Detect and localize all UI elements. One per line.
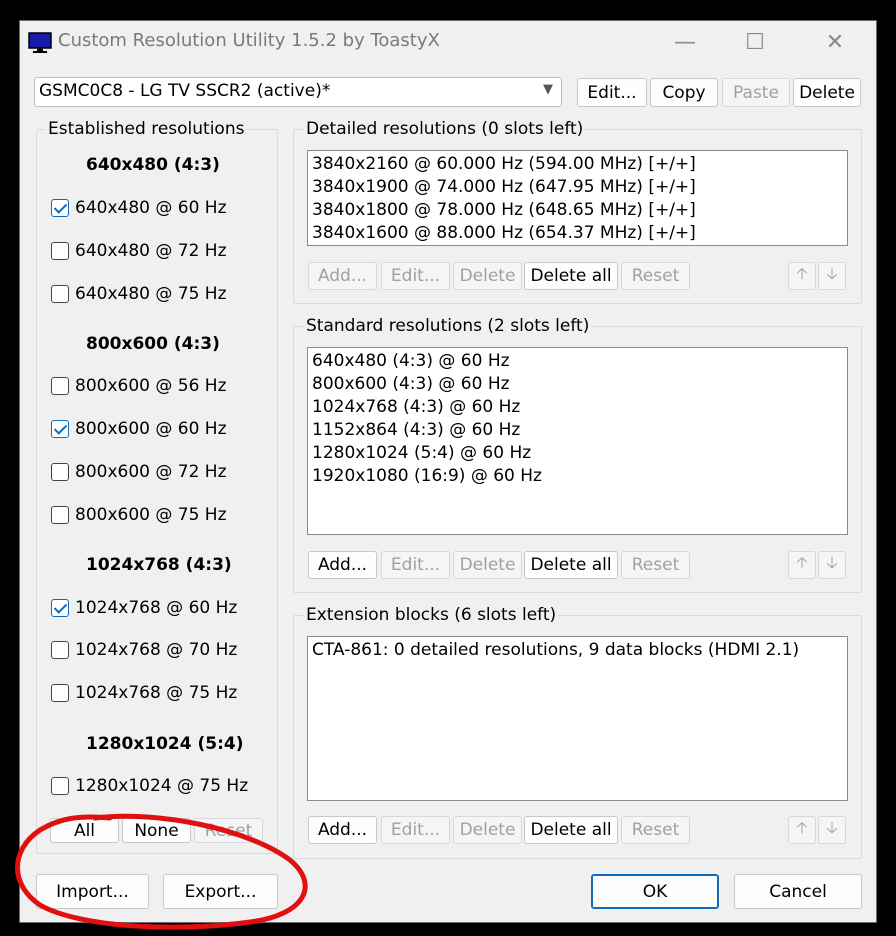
checkbox-800x600-72[interactable] [51,463,69,481]
minimize-button[interactable]: — [662,25,708,59]
title-bar: Custom Resolution Utility 1.5.2 by Toast… [20,21,876,65]
standard-move-down-button[interactable]: 🡣 [818,551,846,579]
arrow-down-icon: 🡣 [826,263,838,283]
standard-resolutions-label: Standard resolutions (2 slots left) [304,316,592,336]
detailed-delete-button[interactable]: Delete [453,262,522,290]
checkbox-800x600-75[interactable] [51,506,69,524]
list-item[interactable]: 3840x1900 @ 74.000 Hz (647.95 MHz) [+/+] [312,177,696,197]
checkbox-label: 1024x768 @ 75 Hz [75,683,238,703]
display-select[interactable]: GSMC0C8 - LG TV SSCR2 (active)* ▼ [34,77,562,107]
standard-resolutions-list[interactable]: 640x480 (4:3) @ 60 Hz 800x600 (4:3) @ 60… [307,347,848,535]
checkbox-label: 1024x768 @ 70 Hz [75,640,238,660]
list-item[interactable]: 800x600 (4:3) @ 60 Hz [312,374,510,394]
checkbox-640x480-72[interactable] [51,242,69,260]
reset-established-button[interactable]: Reset [194,818,263,843]
detailed-resolutions-list[interactable]: 3840x2160 @ 60.000 Hz (594.00 MHz) [+/+]… [307,150,848,246]
maximize-button[interactable]: ☐ [732,25,778,59]
checkbox-label: 640x480 @ 72 Hz [75,241,227,261]
detailed-delete-all-button[interactable]: Delete all [524,262,618,290]
extension-move-down-button[interactable]: 🡣 [818,816,846,844]
arrow-up-icon: 🡡 [796,817,808,837]
list-item[interactable]: 1024x768 (4:3) @ 60 Hz [312,397,520,417]
maximize-icon: ☐ [745,29,765,55]
list-item[interactable]: 1280x1024 (5:4) @ 60 Hz [312,443,531,463]
edit-display-button[interactable]: Edit... [577,78,647,107]
detailed-move-up-button[interactable]: 🡡 [788,262,816,290]
standard-reset-button[interactable]: Reset [621,551,690,579]
arrow-down-icon: 🡣 [826,817,838,837]
detailed-move-down-button[interactable]: 🡣 [818,262,846,290]
display-select-value: GSMC0C8 - LG TV SSCR2 (active)* [39,81,331,101]
established-resolutions-label: Established resolutions [46,119,247,139]
paste-button[interactable]: Paste [722,78,790,107]
standard-edit-button[interactable]: Edit... [381,551,450,579]
checkbox-1024x768-60[interactable] [51,599,69,617]
extension-blocks-label: Extension blocks (6 slots left) [304,605,559,625]
group-header-800: 800x600 (4:3) [86,334,220,354]
extension-add-button[interactable]: Add... [308,816,377,844]
close-button[interactable]: ✕ [812,25,858,59]
checkbox-800x600-60[interactable] [51,420,69,438]
detailed-reset-button[interactable]: Reset [621,262,690,290]
standard-add-button[interactable]: Add... [308,551,377,579]
extension-edit-button[interactable]: Edit... [381,816,450,844]
close-icon: ✕ [825,29,845,55]
group-header-1280: 1280x1024 (5:4) [86,734,244,754]
detailed-edit-button[interactable]: Edit... [381,262,450,290]
list-item[interactable]: 3840x1600 @ 88.000 Hz (654.37 MHz) [+/+] [312,223,696,243]
checkbox-label: 800x600 @ 60 Hz [75,419,227,439]
ok-button[interactable]: OK [591,874,719,909]
arrow-up-icon: 🡡 [796,263,808,283]
standard-delete-button[interactable]: Delete [453,551,522,579]
extension-delete-button[interactable]: Delete [453,816,522,844]
extension-blocks-list[interactable]: CTA-861: 0 detailed resolutions, 9 data … [307,636,848,801]
standard-delete-all-button[interactable]: Delete all [524,551,618,579]
export-button[interactable]: Export... [163,874,278,909]
delete-display-button[interactable]: Delete [793,78,861,107]
checkbox-640x480-60[interactable] [51,199,69,217]
arrow-down-icon: 🡣 [826,552,838,572]
group-header-640: 640x480 (4:3) [86,155,220,175]
checkbox-800x600-56[interactable] [51,377,69,395]
monitor-app-icon [28,32,52,53]
chevron-down-icon: ▼ [543,82,553,97]
import-button[interactable]: Import... [36,874,149,909]
arrow-up-icon: 🡡 [796,552,808,572]
extension-reset-button[interactable]: Reset [621,816,690,844]
list-item[interactable]: CTA-861: 0 detailed resolutions, 9 data … [312,640,799,660]
detailed-add-button[interactable]: Add... [308,262,377,290]
checkbox-1024x768-70[interactable] [51,641,69,659]
list-item[interactable]: 1920x1080 (16:9) @ 60 Hz [312,466,542,486]
extension-delete-all-button[interactable]: Delete all [524,816,618,844]
checkbox-label: 640x480 @ 75 Hz [75,284,227,304]
checkbox-label: 800x600 @ 75 Hz [75,505,227,525]
minimize-icon: — [674,29,696,55]
list-item[interactable]: 3840x2160 @ 60.000 Hz (594.00 MHz) [+/+] [312,154,696,174]
checkbox-label: 1024x768 @ 60 Hz [75,598,238,618]
extension-move-up-button[interactable]: 🡡 [788,816,816,844]
checkbox-label: 1280x1024 @ 75 Hz [75,776,249,796]
group-header-1024: 1024x768 (4:3) [86,555,232,575]
checkbox-1280x1024-75[interactable] [51,777,69,795]
select-all-button[interactable]: All [50,818,119,843]
checkbox-label: 800x600 @ 72 Hz [75,462,227,482]
checkbox-640x480-75[interactable] [51,285,69,303]
select-none-button[interactable]: None [122,818,191,843]
checkbox-label: 800x600 @ 56 Hz [75,376,227,396]
checkbox-label: 640x480 @ 60 Hz [75,198,227,218]
list-item[interactable]: 640x480 (4:3) @ 60 Hz [312,351,510,371]
cancel-button[interactable]: Cancel [734,874,862,909]
standard-move-up-button[interactable]: 🡡 [788,551,816,579]
copy-button[interactable]: Copy [650,78,718,107]
checkbox-1024x768-75[interactable] [51,684,69,702]
main-window: Custom Resolution Utility 1.5.2 by Toast… [19,20,877,923]
detailed-resolutions-label: Detailed resolutions (0 slots left) [304,119,586,139]
list-item[interactable]: 1152x864 (4:3) @ 60 Hz [312,420,520,440]
window-title: Custom Resolution Utility 1.5.2 by Toast… [58,30,440,51]
list-item[interactable]: 3840x1800 @ 78.000 Hz (648.65 MHz) [+/+] [312,200,696,220]
